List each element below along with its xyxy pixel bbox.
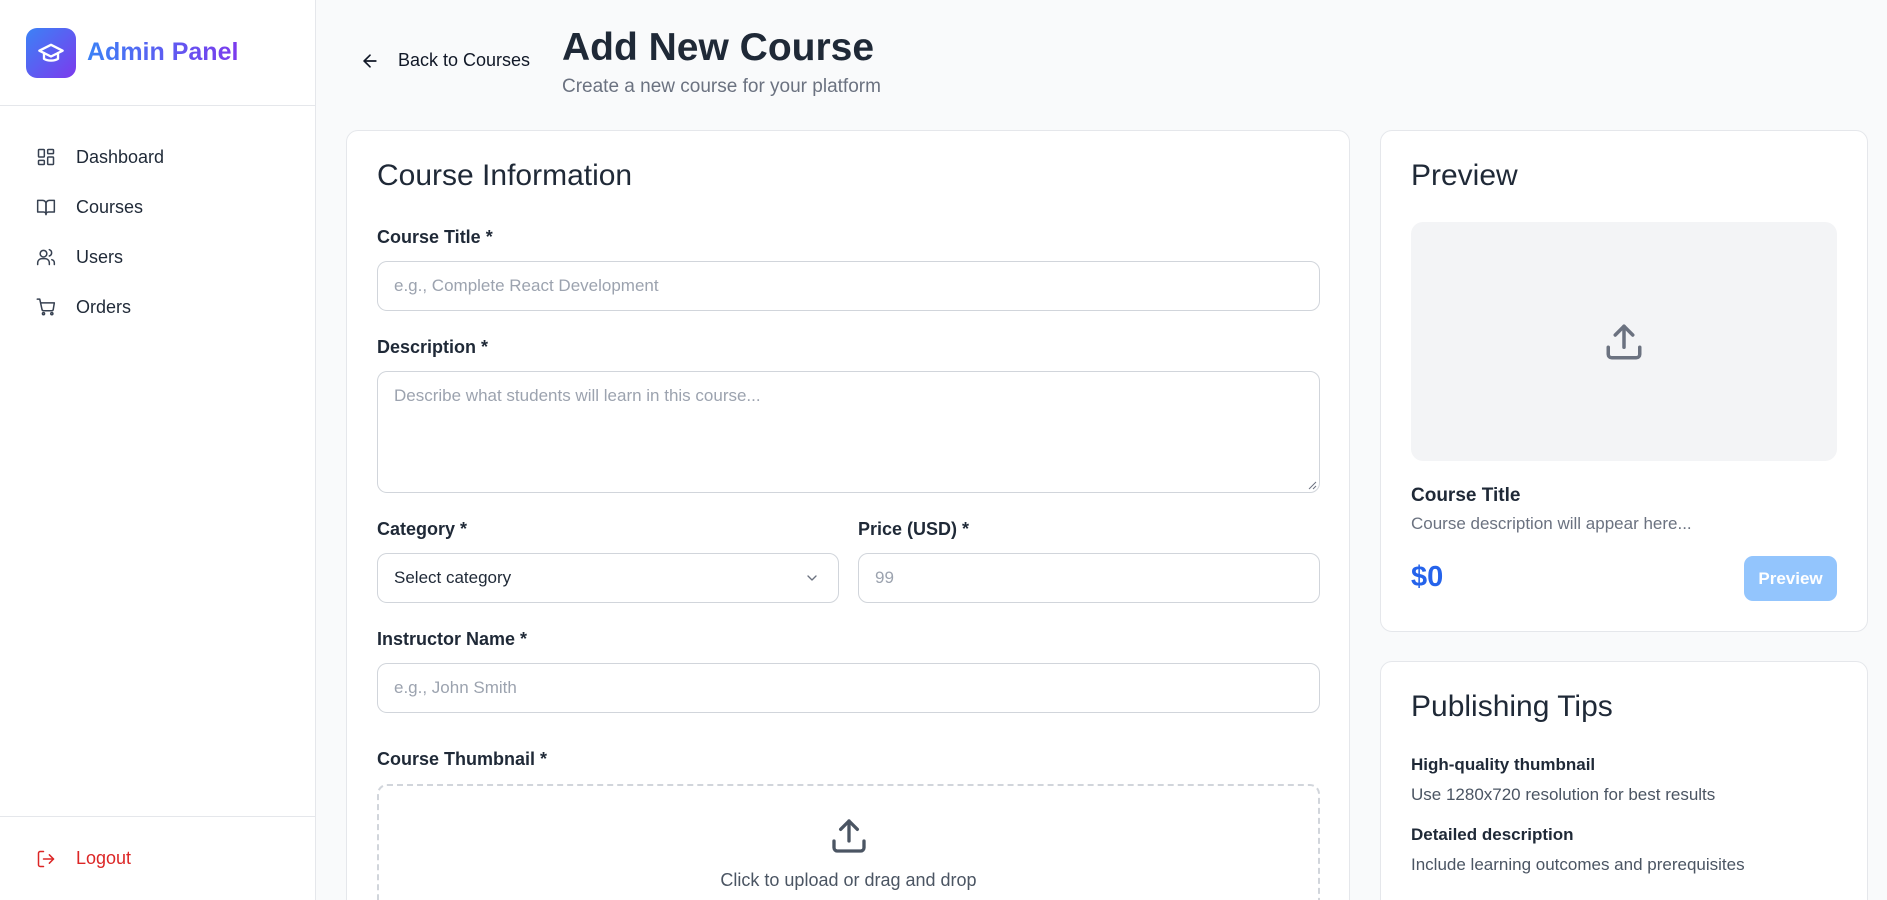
instructor-placeholder: e.g., John Smith xyxy=(394,678,517,697)
description-placeholder: Describe what students will learn in thi… xyxy=(394,386,761,405)
sidebar-item-dashboard[interactable]: Dashboard xyxy=(0,132,315,182)
preview-thumbnail xyxy=(1411,222,1837,461)
users-icon xyxy=(36,248,56,266)
category-select[interactable]: Select category xyxy=(377,553,839,603)
preview-course-description: Course description will appear here... xyxy=(1411,514,1692,533)
category-label: Category * xyxy=(377,519,468,539)
publishing-tips-card: Publishing Tips High-quality thumbnail U… xyxy=(1380,661,1868,900)
dashboard-icon xyxy=(37,148,55,166)
preview-course-title: Course Title xyxy=(1411,485,1521,506)
logout-icon xyxy=(37,850,55,867)
preview-price: $0 xyxy=(1411,561,1444,593)
tip-text: Use 1280x720 resolution for best results xyxy=(1411,785,1716,804)
price-label: Price (USD) * xyxy=(858,519,970,539)
thumbnail-upload-zone[interactable]: Click to upload or drag and drop xyxy=(377,784,1320,900)
category-selected-value: Select category xyxy=(394,568,512,587)
book-icon xyxy=(36,199,56,216)
sidebar-item-label: Users xyxy=(76,246,124,267)
page-header: Back to Courses Add New Course Create a … xyxy=(346,24,1846,104)
description-textarea[interactable]: Describe what students will learn in thi… xyxy=(377,371,1320,493)
upload-icon xyxy=(831,819,866,853)
instructor-input[interactable]: e.g., John Smith xyxy=(377,663,1320,713)
course-title-placeholder: e.g., Complete React Development xyxy=(394,276,659,295)
back-label: Back to Courses xyxy=(398,50,531,70)
price-input[interactable]: 99 xyxy=(858,553,1320,603)
back-to-courses-button[interactable]: Back to Courses xyxy=(360,50,530,71)
description-label: Description * xyxy=(377,337,489,357)
tip-title: Detailed description xyxy=(1411,825,1574,844)
sidebar-item-label: Dashboard xyxy=(76,146,165,167)
thumbnail-label: Course Thumbnail * xyxy=(377,749,548,769)
course-title-input[interactable]: e.g., Complete React Development xyxy=(377,261,1320,311)
tips-title: Publishing Tips xyxy=(1411,690,1613,723)
sidebar-item-users[interactable]: Users xyxy=(0,232,315,282)
brand-title: Admin Panel xyxy=(87,38,239,66)
course-information-card: Course Information Course Title * e.g., … xyxy=(346,130,1350,900)
upload-text: Click to upload or drag and drop xyxy=(720,870,977,890)
page-title: Add New Course xyxy=(562,26,875,69)
upload-icon xyxy=(1606,324,1642,359)
section-title: Course Information xyxy=(377,159,633,192)
sidebar-item-label: Orders xyxy=(76,296,132,317)
course-title-label: Course Title * xyxy=(377,227,493,247)
brand[interactable]: Admin Panel xyxy=(0,0,315,106)
graduation-cap-icon xyxy=(26,27,76,78)
sidebar-item-courses[interactable]: Courses xyxy=(0,182,315,232)
preview-button[interactable]: Preview xyxy=(1744,556,1837,601)
page-subtitle: Create a new course for your platform xyxy=(562,76,881,97)
price-placeholder: 99 xyxy=(875,568,894,587)
arrow-left-icon xyxy=(363,53,377,68)
tip-title: High-quality thumbnail xyxy=(1411,755,1596,774)
sidebar-item-label: Courses xyxy=(76,196,144,217)
preview-card: Preview Course Title Course description … xyxy=(1380,130,1868,632)
instructor-label: Instructor Name * xyxy=(377,629,528,649)
sidebar-item-orders[interactable]: Orders xyxy=(0,282,315,332)
resize-handle-icon[interactable] xyxy=(1307,480,1317,490)
logout-button[interactable]: Logout xyxy=(0,816,315,900)
tip-text: Include learning outcomes and prerequisi… xyxy=(1411,855,1745,874)
sidebar-nav: Dashboard Courses Users Orders xyxy=(0,106,315,332)
preview-title: Preview xyxy=(1411,159,1518,192)
sidebar: Admin Panel Dashboard Courses Users Orde… xyxy=(0,0,316,900)
cart-icon xyxy=(36,298,56,316)
logout-label: Logout xyxy=(76,848,132,868)
chevron-down-icon xyxy=(807,575,817,581)
